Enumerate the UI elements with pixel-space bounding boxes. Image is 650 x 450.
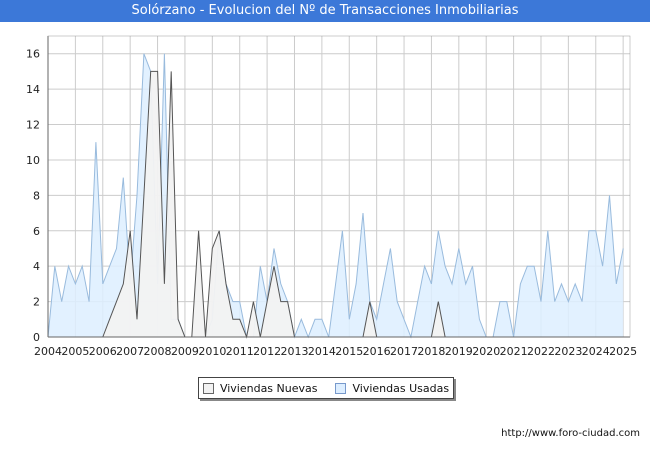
x-tick-label-2014: 2014 [308, 345, 336, 358]
y-tick-label-6: 6 [33, 225, 40, 238]
y-tick-label-14: 14 [26, 83, 40, 96]
x-tick-label-2011: 2011 [226, 345, 254, 358]
x-tick-label-2007: 2007 [116, 345, 144, 358]
legend-swatch-usadas [335, 382, 347, 394]
x-tick-label-2024: 2024 [582, 345, 610, 358]
x-tick-label-2021: 2021 [500, 345, 528, 358]
y-tick-label-2: 2 [33, 296, 40, 309]
x-tick-label-2013: 2013 [280, 345, 308, 358]
legend-label-usadas: Viviendas Usadas [352, 381, 450, 395]
x-tick-label-2018: 2018 [417, 345, 445, 358]
x-tick-label-2008: 2008 [144, 345, 172, 358]
y-tick-label-10: 10 [26, 154, 40, 167]
y-tick-label-12: 12 [26, 119, 40, 132]
x-tick-label-2023: 2023 [554, 345, 582, 358]
x-tick-label-2015: 2015 [335, 345, 363, 358]
x-tick-label-2009: 2009 [171, 345, 199, 358]
x-tick-label-2022: 2022 [527, 345, 555, 358]
legend: Viviendas Nuevas Viviendas Usadas [198, 377, 454, 399]
source-link[interactable]: http://www.foro-ciudad.com [501, 428, 640, 439]
legend-item-usadas: Viviendas Usadas [335, 382, 449, 395]
x-tick-label-2025: 2025 [609, 345, 637, 358]
x-tick-label-2004: 2004 [34, 345, 62, 358]
y-tick-label-0: 0 [33, 331, 40, 344]
x-tick-label-2005: 2005 [61, 345, 89, 358]
legend-label-nuevas: Viviendas Nuevas [219, 381, 318, 395]
x-tick-label-2016: 2016 [363, 345, 391, 358]
y-tick-label-8: 8 [33, 189, 40, 202]
x-tick-label-2019: 2019 [445, 345, 473, 358]
y-tick-label-4: 4 [33, 260, 40, 273]
x-tick-label-2017: 2017 [390, 345, 418, 358]
x-tick-label-2010: 2010 [198, 345, 226, 358]
y-tick-label-16: 16 [26, 48, 40, 61]
x-tick-label-2006: 2006 [89, 345, 117, 358]
legend-swatch-nuevas [202, 382, 214, 394]
legend-item-nuevas: Viviendas Nuevas [202, 381, 318, 395]
x-tick-label-2020: 2020 [472, 345, 500, 358]
x-tick-label-2012: 2012 [253, 345, 281, 358]
